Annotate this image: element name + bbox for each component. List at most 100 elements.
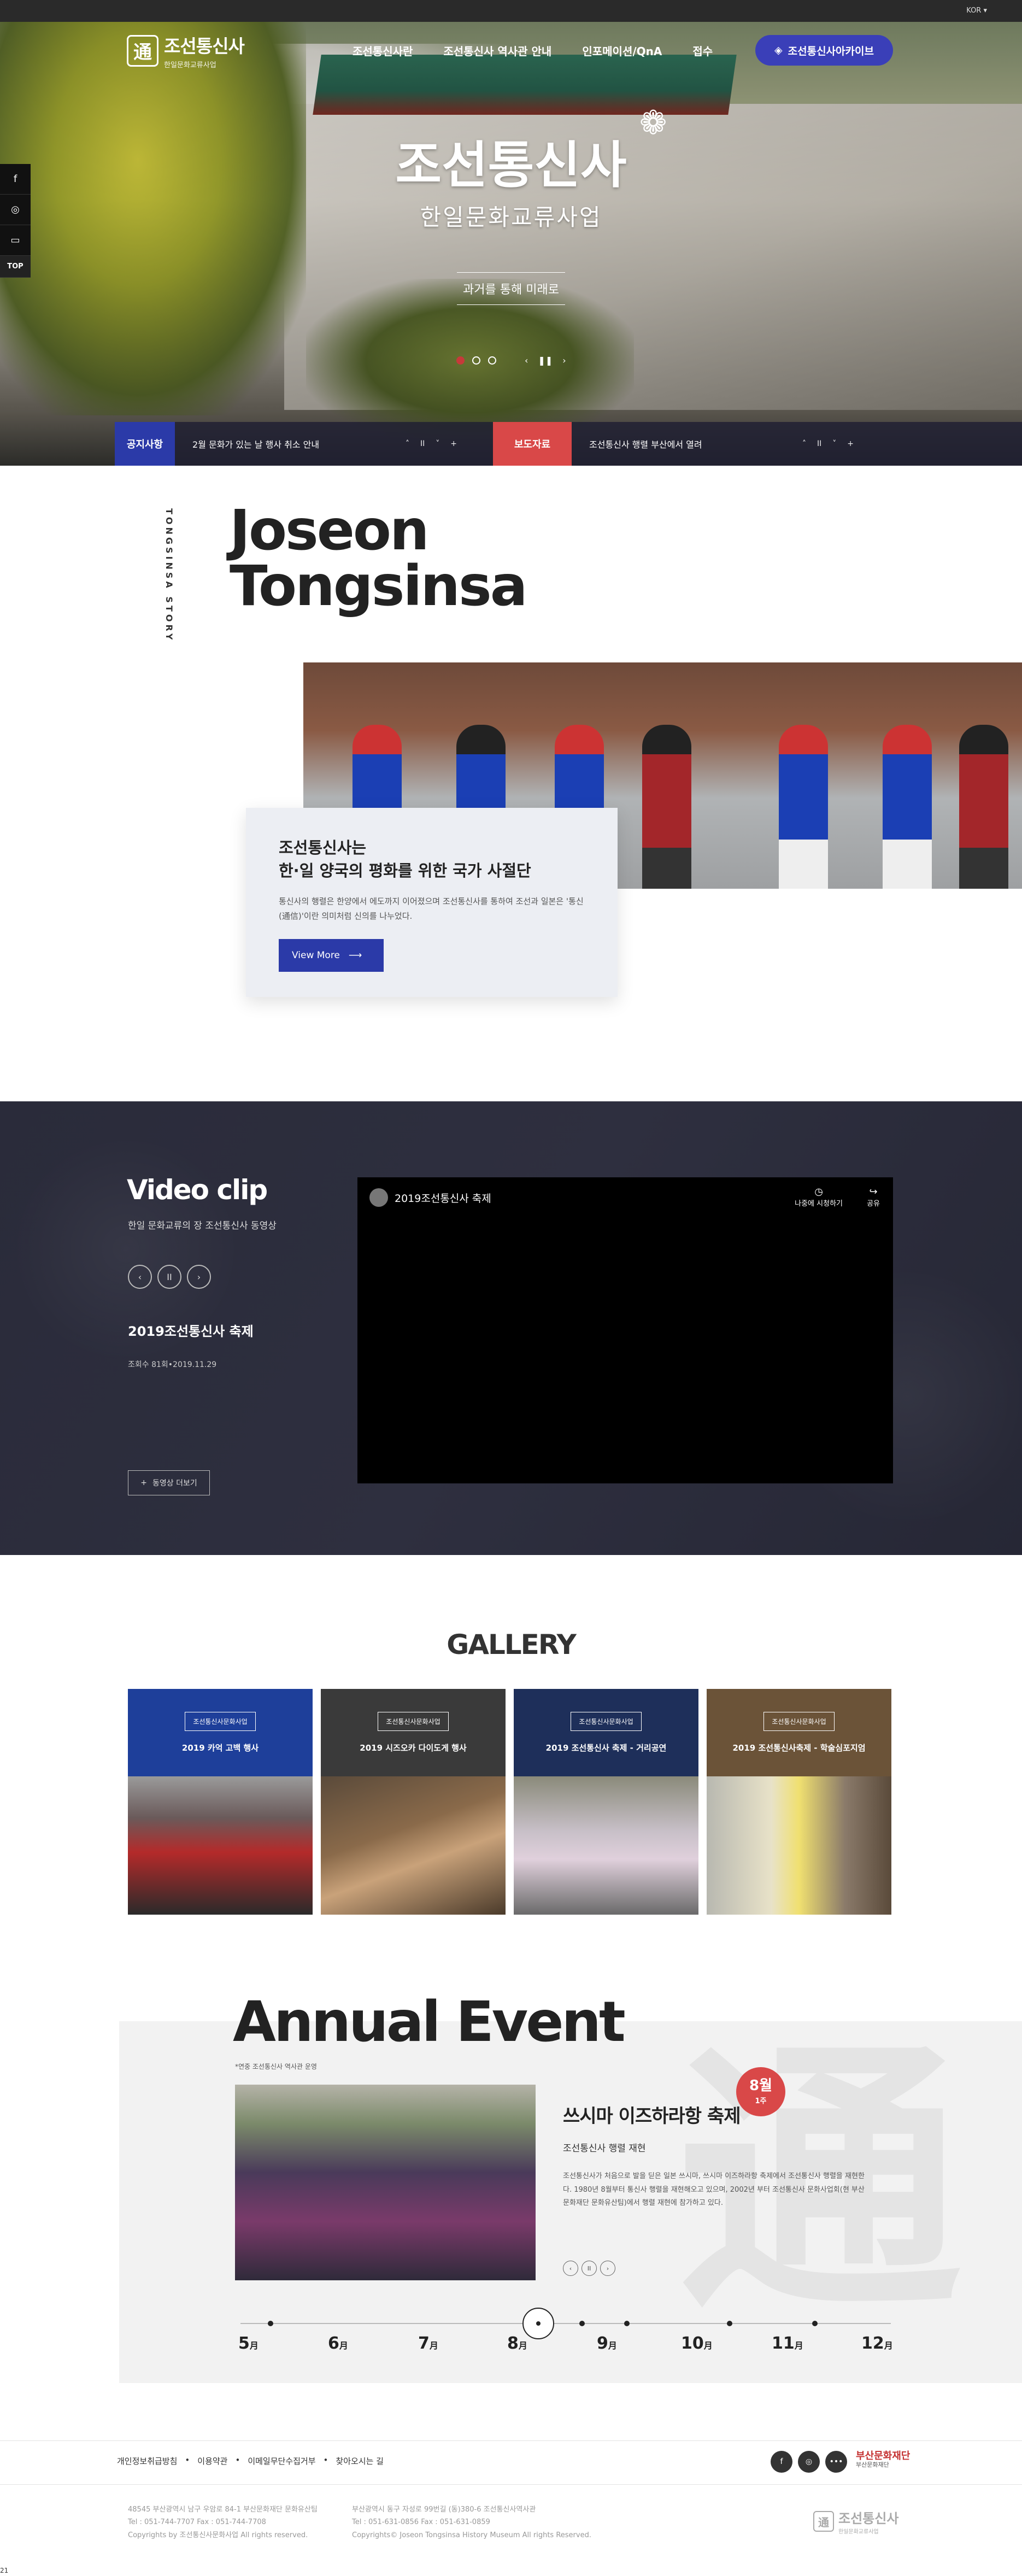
language-selector[interactable]: KOR ▾ [966,7,987,15]
more-videos-button[interactable]: + 동영상 더보기 [128,1470,210,1495]
video-player[interactable]: 2019조선통신사 축제 ◷ 나중에 시청하기 ↪ 공유 [357,1177,893,1483]
timeline-month[interactable]: 9月 [597,2334,617,2353]
watch-later-label: 나중에 시청하기 [795,1200,843,1208]
gallery-card-name: 2019 조선통신사 축제 - 거리공연 [545,1743,667,1753]
timeline-dot[interactable] [579,2321,585,2326]
timeline-dot[interactable] [812,2321,818,2326]
watch-later-button[interactable]: ◷ 나중에 시청하기 [795,1186,843,1208]
partner-logo[interactable]: 부산문화재단 부산문화재단 [856,2451,910,2468]
story-card-title: 조선통신사는 한·일 양국의 평화를 위한 국가 사절단 [279,836,585,882]
notice-pause-button[interactable]: II [420,439,425,448]
logo-mark-icon: 通 [127,34,158,67]
site-logo[interactable]: 通 조선통신사 한일문화교류사업 [127,32,245,69]
notice-more-button[interactable]: + [450,439,457,448]
video-clip-name: 2019조선통신사 축제 [128,1324,254,1339]
timeline-dot[interactable] [624,2321,630,2326]
nav-item-museum[interactable]: 조선통신사 역사관 안내 [443,43,551,58]
view-more-button[interactable]: View More ⟶ [279,939,384,972]
pause-slide-button[interactable]: ❚❚ [538,355,553,366]
story-side-label: TONGSINSA STORY [164,508,174,643]
nav-item-reception[interactable]: 접수 [692,43,713,58]
timeline-month[interactable]: 7月 [418,2334,438,2353]
badge-week: 1주 [755,2097,767,2105]
timeline-month[interactable]: 8月 [507,2334,527,2353]
gallery-card[interactable]: 조선통신사문화사업 2019 조선통신사축제 - 학술심포지엄 [707,1689,891,1915]
footer-link-privacy[interactable]: 개인정보취급방침 [117,2455,177,2467]
timeline-month[interactable]: 10月 [681,2334,713,2353]
timeline-month[interactable]: 11月 [772,2334,803,2353]
gallery-card-header: 조선통신사문화사업 2019 조선통신사축제 - 학술심포지엄 [707,1689,891,1776]
guard-figure [779,725,828,889]
gallery-badge: 조선통신사문화사업 [763,1712,835,1731]
logo-subtitle: 한일문화교류사업 [164,61,216,69]
share-button[interactable]: ↪ 공유 [867,1186,880,1208]
timeline-track [240,2323,891,2324]
player-title[interactable]: 2019조선통신사 축제 [395,1190,491,1205]
press-more-button[interactable]: + [847,439,854,448]
video-pause-button[interactable]: II [157,1265,181,1289]
plus-icon: + [140,1478,147,1487]
gallery-card-name: 2019 조선통신사축제 - 학술심포지엄 [732,1743,866,1753]
press-text[interactable]: 조선통신사 행렬 부산에서 열려 [589,437,802,450]
guard-figure [642,725,691,889]
hero-tagline: 과거를 통해 미래로 [457,272,565,305]
event-pause-button[interactable]: II [582,2261,597,2276]
hero-title: 조선통신사 [395,136,627,195]
nav-item-about[interactable]: 조선통신사란 [353,43,413,58]
press-controls: ˄ II ˅ + [802,439,890,448]
footer-link-terms[interactable]: 이용약관 [197,2455,227,2467]
nav-item-info-qna[interactable]: 인포메이션/QnA [582,43,662,58]
next-slide-button[interactable]: › [562,355,566,366]
notice-up-button[interactable]: ˄ [406,439,409,448]
footer-link-email-policy[interactable]: 이메일무단수집거부 [248,2455,315,2467]
arrow-right-icon: ⟶ [348,950,362,961]
slide-dot-active[interactable] [456,356,465,365]
gallery-card[interactable]: 조선통신사문화사업 2019 시즈오카 다이도게 행사 [321,1689,506,1915]
timeline-dot[interactable] [727,2321,732,2326]
guard-figure [959,725,1008,889]
archive-button[interactable]: ◈ 조선통신사아카이브 [755,35,893,66]
copyright-line: Copyrights by 조선통신사문화사업 All rights reser… [128,2531,308,2539]
story-title: Joseon Tongsinsa [230,503,528,614]
instagram-icon[interactable]: ◎ [798,2451,820,2473]
gallery-card[interactable]: 조선통신사문화사업 2019 조선통신사 축제 - 거리공연 [514,1689,698,1915]
footer-logo[interactable]: 通 조선통신사 한일문화교류사업 [813,2508,898,2535]
gallery-badge: 조선통신사문화사업 [378,1712,449,1731]
slide-dot[interactable] [472,356,480,365]
archive-icon: ◈ [774,44,783,56]
footer-divider [0,2440,1022,2441]
share-label: 공유 [867,1200,880,1208]
notice-label[interactable]: 공지사항 [115,422,175,466]
timeline-dot[interactable] [268,2321,273,2326]
press-down-button[interactable]: ˅ [832,439,836,448]
notice-text[interactable]: 2월 문화가 있는 날 행사 취소 안내 [192,437,406,450]
gallery-card-header: 조선통신사문화사업 2019 조선통신사 축제 - 거리공연 [514,1689,698,1776]
event-next-button[interactable]: › [600,2261,615,2276]
story-card-desc: 통신사의 행렬은 한양에서 에도까지 이어졌으며 조선통신사를 통하여 조선과 … [279,896,584,922]
facebook-icon[interactable]: f [771,2451,792,2473]
partner-subname: 부산문화재단 [856,2461,889,2468]
press-pause-button[interactable]: II [817,439,821,448]
channel-avatar[interactable] [369,1188,388,1207]
timeline-month[interactable]: 5月 [238,2334,259,2353]
gallery-badge: 조선통신사문화사업 [185,1712,256,1731]
gallery-card[interactable]: 조선통신사문화사업 2019 카억 고백 행사 [128,1689,313,1915]
notice-down-button[interactable]: ˅ [436,439,439,448]
bullet: • [323,2455,328,2465]
slide-dot[interactable] [488,356,496,365]
blog-icon[interactable]: ••• [825,2451,847,2473]
press-up-button[interactable]: ˄ [802,439,806,448]
copyright-line: Copyrights© Joseon Tongsinsa History Mus… [352,2531,591,2539]
timeline-month[interactable]: 6月 [328,2334,348,2353]
footer-logo-title: 조선통신사 [838,2511,899,2526]
press-label[interactable]: 보도자료 [493,422,572,466]
video-prev-button[interactable]: ‹ [128,1265,152,1289]
prev-slide-button[interactable]: ‹ [525,355,528,366]
event-prev-button[interactable]: ‹ [563,2261,578,2276]
video-next-button[interactable]: › [187,1265,211,1289]
timeline-month[interactable]: 12月 [861,2334,893,2353]
annual-event-photo [235,2085,536,2280]
gallery-photo [514,1776,698,1915]
scroll-top-button[interactable]: TOP [0,256,31,278]
footer-link-directions[interactable]: 찾아오시는 길 [336,2455,384,2467]
